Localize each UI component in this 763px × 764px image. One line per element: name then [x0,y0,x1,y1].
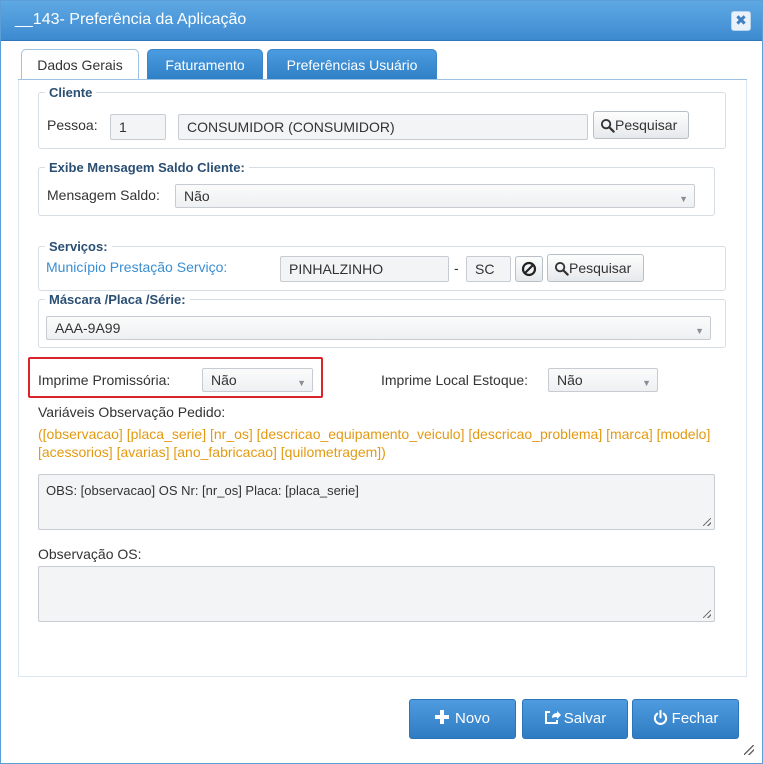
cliente-legend: Cliente [49,85,93,100]
window-resize-icon[interactable] [744,745,754,755]
imprime-local-estoque-label: Imprime Local Estoque: [381,372,529,388]
servicos-legend: Serviços: [49,239,108,254]
observacao-os-textarea[interactable] [38,566,715,622]
mensagem-saldo-legend: Exibe Mensagem Saldo Cliente: [49,160,245,175]
close-window-button[interactable]: ✖ [731,11,751,31]
imprime-local-estoque-value: Não [557,372,583,388]
novo-label: Novo [454,710,491,727]
mascara-select[interactable]: AAA-9A99 ▼ [46,316,711,340]
imprime-local-estoque-select[interactable]: Não ▼ [548,368,658,392]
preferences-dialog: __143- Preferência da Aplicação ✖ Dados … [0,0,763,764]
footer-divider [18,676,747,677]
variaveis-label: Variáveis Observação Pedido: [38,404,226,420]
mascara-legend: Máscara /Placa /Série: [49,292,186,307]
ban-icon [521,261,537,277]
observacao-os-label: Observação OS: [38,546,142,562]
pessoa-name-input[interactable]: CONSUMIDOR (CONSUMIDOR) [178,114,588,140]
tab-label: Preferências Usuário [286,57,418,73]
tab-preferencias-usuario[interactable]: Preferências Usuário [267,49,437,80]
observacao-pedido-value: OBS: [observacao] OS Nr: [nr_os] Placa: … [46,483,359,498]
resize-grip-icon[interactable] [703,518,711,526]
save-icon [544,711,561,724]
tab-label: Faturamento [165,57,245,73]
mensagem-saldo-label: Mensagem Saldo: [47,187,160,203]
search-icon [554,261,569,276]
resize-grip-icon[interactable] [703,610,711,618]
tab-label: Dados Gerais [37,57,123,73]
mensagem-saldo-value: Não [184,188,210,204]
observacao-pedido-textarea[interactable]: OBS: [observacao] OS Nr: [nr_os] Placa: … [38,474,715,530]
close-icon: ✖ [735,12,747,28]
power-icon [653,709,667,725]
plus-icon [434,710,449,724]
chevron-down-icon: ▼ [695,326,704,336]
salvar-button[interactable]: Salvar [522,699,628,739]
clear-municipio-button[interactable] [515,256,543,282]
imprime-promissoria-label: Imprime Promissória: [38,372,171,388]
imprime-promissoria-value: Não [211,372,237,388]
chevron-down-icon: ▼ [679,194,688,204]
fechar-label: Fechar [671,710,719,727]
fechar-button[interactable]: Fechar [632,699,739,739]
chevron-down-icon: ▼ [642,378,651,388]
pessoa-search-button[interactable]: Pesquisar [593,111,689,139]
variaveis-text: ([observacao] [placa_serie] [nr_os] [des… [38,426,711,460]
pessoa-code-input[interactable]: 1 [110,114,166,140]
window-title: __143- Preferência da Aplicação [15,11,247,28]
municipio-separator: - [454,260,459,276]
search-label: Pesquisar [569,260,632,276]
tab-faturamento[interactable]: Faturamento [147,49,263,80]
municipio-label[interactable]: Município Prestação Serviço: [46,259,227,275]
mascara-value: AAA-9A99 [55,320,121,336]
search-icon [600,118,615,133]
search-label: Pesquisar [615,117,678,133]
novo-button[interactable]: Novo [409,699,516,739]
chevron-down-icon: ▼ [297,378,306,388]
municipio-input[interactable]: PINHALZINHO [280,256,449,282]
municipio-search-button[interactable]: Pesquisar [547,254,644,282]
salvar-label: Salvar [563,710,607,727]
imprime-promissoria-select[interactable]: Não ▼ [202,368,313,392]
uf-input[interactable]: SC [466,256,511,282]
mensagem-saldo-select[interactable]: Não ▼ [175,184,695,208]
title-bar[interactable]: __143- Preferência da Aplicação ✖ [1,1,762,41]
pessoa-label: Pessoa: [47,117,98,133]
tab-dados-gerais[interactable]: Dados Gerais [21,49,139,80]
